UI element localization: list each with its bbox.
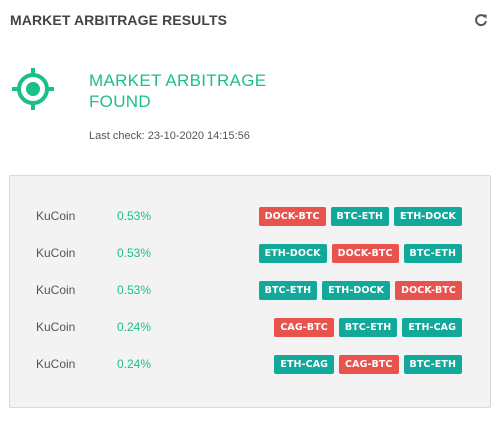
exchange-name: KuCoin bbox=[36, 283, 76, 297]
pair-tag-sell[interactable]: DOCK-BTC bbox=[395, 281, 462, 300]
result-row: KuCoin 0.53% BTC-ETH ETH-DOCK DOCK-BTC bbox=[10, 281, 490, 301]
arbitrage-percent: 0.24% bbox=[117, 357, 152, 371]
exchange-name: KuCoin bbox=[36, 209, 76, 223]
exchange-name: KuCoin bbox=[36, 320, 76, 334]
pair-tag-sell[interactable]: DOCK-BTC bbox=[331, 244, 399, 263]
status-title: MARKET ARBITRAGE FOUND bbox=[89, 71, 267, 111]
pair-tags: CAG-BTC BTC-ETH ETH-CAG bbox=[274, 318, 462, 337]
pair-tag-buy[interactable]: BTC-ETH bbox=[258, 281, 318, 300]
last-check-timestamp: Last check: 23-10-2020 14:15:56 bbox=[89, 130, 250, 142]
panel-header: MARKET ARBITRAGE RESULTS bbox=[0, 0, 500, 40]
pair-tags: ETH-DOCK DOCK-BTC BTC-ETH bbox=[258, 244, 462, 263]
pair-tag-buy[interactable]: BTC-ETH bbox=[403, 244, 462, 263]
pair-tag-buy[interactable]: ETH-DOCK bbox=[322, 281, 391, 300]
refresh-icon[interactable] bbox=[474, 13, 488, 27]
pair-tag-buy[interactable]: ETH-CAG bbox=[402, 318, 462, 337]
pair-tag-sell[interactable]: CAG-BTC bbox=[274, 318, 334, 337]
pair-tag-buy[interactable]: ETH-CAG bbox=[274, 355, 335, 374]
pair-tag-sell[interactable]: CAG-BTC bbox=[339, 355, 399, 374]
arbitrage-percent: 0.53% bbox=[117, 283, 152, 297]
pair-tag-buy[interactable]: ETH-DOCK bbox=[394, 207, 462, 226]
arbitrage-percent: 0.24% bbox=[117, 320, 152, 334]
pair-tag-buy[interactable]: BTC-ETH bbox=[338, 318, 398, 337]
exchange-name: KuCoin bbox=[36, 246, 76, 260]
pair-tag-buy[interactable]: ETH-DOCK bbox=[258, 244, 327, 263]
pair-tags: ETH-CAG CAG-BTC BTC-ETH bbox=[274, 355, 462, 374]
target-icon bbox=[12, 68, 54, 110]
pair-tag-buy[interactable]: BTC-ETH bbox=[330, 207, 390, 226]
result-row: KuCoin 0.24% CAG-BTC BTC-ETH ETH-CAG bbox=[10, 318, 490, 338]
arbitrage-percent: 0.53% bbox=[117, 246, 152, 260]
exchange-name: KuCoin bbox=[36, 357, 76, 371]
pair-tag-buy[interactable]: BTC-ETH bbox=[403, 355, 462, 374]
arbitrage-percent: 0.53% bbox=[117, 209, 152, 223]
pair-tag-sell[interactable]: DOCK-BTC bbox=[258, 207, 326, 226]
result-row: KuCoin 0.24% ETH-CAG CAG-BTC BTC-ETH bbox=[10, 355, 490, 375]
results-panel: KuCoin 0.53% DOCK-BTC BTC-ETH ETH-DOCK KuCoin… bbox=[9, 175, 491, 408]
result-row: KuCoin 0.53% ETH-DOCK DOCK-BTC BTC-ETH bbox=[10, 244, 490, 264]
pair-tags: DOCK-BTC BTC-ETH ETH-DOCK bbox=[258, 207, 462, 226]
pair-tags: BTC-ETH ETH-DOCK DOCK-BTC bbox=[258, 281, 462, 300]
result-row: KuCoin 0.53% DOCK-BTC BTC-ETH ETH-DOCK bbox=[10, 207, 490, 227]
panel-title: MARKET ARBITRAGE RESULTS bbox=[10, 12, 228, 28]
